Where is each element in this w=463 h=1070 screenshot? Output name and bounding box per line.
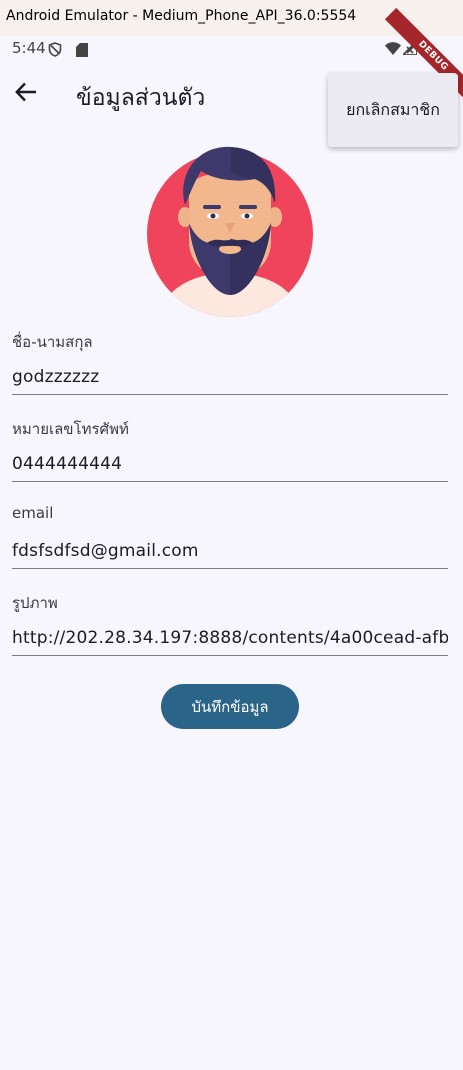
- name-input[interactable]: [12, 360, 448, 395]
- avatar: [147, 145, 313, 317]
- name-field: ชื่อ-นามสกุล: [12, 330, 448, 410]
- phone-field: หมายเลขโทรศัพท์: [12, 417, 448, 497]
- phone-input[interactable]: [12, 447, 448, 482]
- image-url-field: รูปภาพ: [12, 591, 448, 671]
- avatar-illustration: [147, 146, 313, 317]
- popup-menu: ยกเลิกสมาชิก: [328, 73, 458, 147]
- back-button[interactable]: [6, 72, 46, 112]
- status-time: 5:44: [12, 39, 46, 57]
- wifi-icon: [385, 42, 401, 55]
- save-button[interactable]: บันทึกข้อมูล: [161, 684, 299, 729]
- phone-label: หมายเลขโทรศัพท์: [12, 420, 129, 438]
- arrow-back-icon: [15, 82, 36, 102]
- sd-card-icon: [76, 43, 88, 57]
- image-url-label: รูปภาพ: [12, 594, 58, 612]
- cancel-membership-menu-item[interactable]: ยกเลิกสมาชิก: [328, 73, 458, 147]
- email-input[interactable]: [12, 534, 448, 569]
- email-field: email: [12, 504, 448, 584]
- status-bar: 5:44: [0, 36, 463, 62]
- email-label: email: [12, 504, 54, 522]
- shield-icon: [48, 42, 62, 57]
- page-title: ข้อมูลส่วนตัว: [76, 85, 206, 111]
- image-url-input[interactable]: [12, 621, 448, 656]
- name-label: ชื่อ-นามสกุล: [12, 333, 93, 351]
